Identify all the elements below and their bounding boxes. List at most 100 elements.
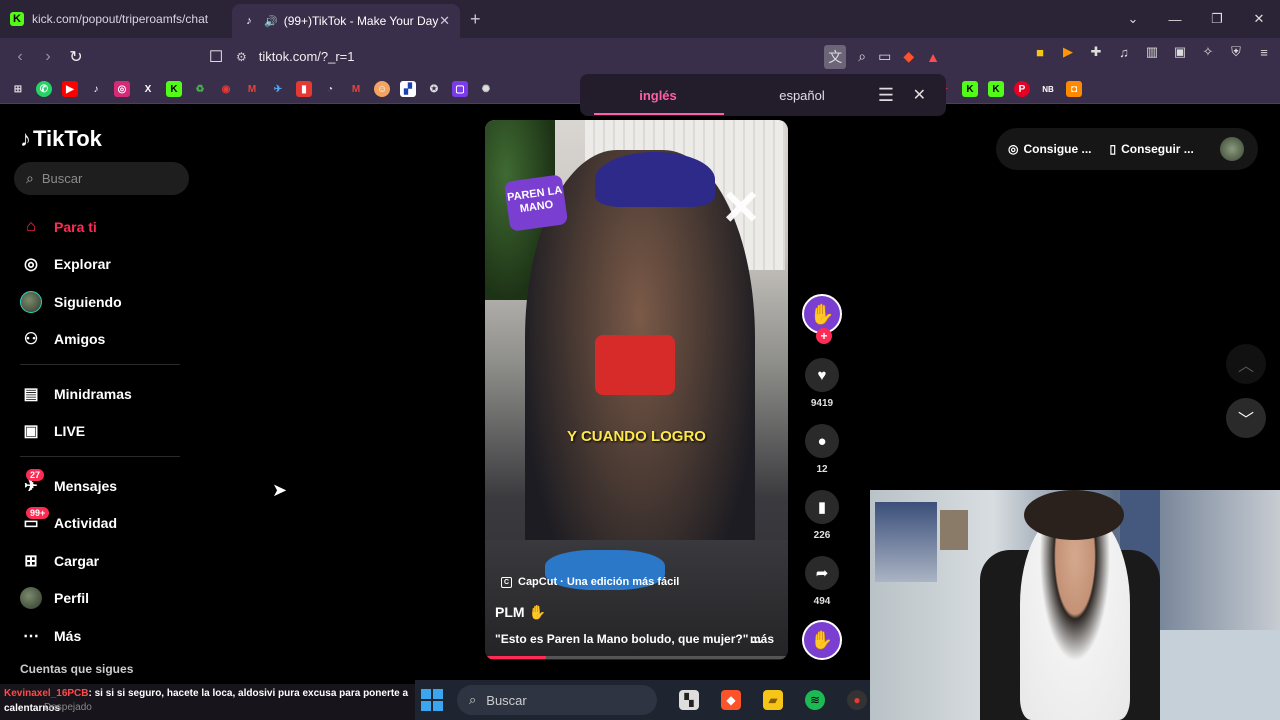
sidebar-item-live[interactable]: ▣ LIVE xyxy=(20,413,185,451)
maximize-button[interactable]: ❐ xyxy=(1196,0,1238,38)
video-author[interactable]: PLM ✋ xyxy=(495,604,546,621)
minimize-button[interactable]: — xyxy=(1154,0,1196,38)
translate-icon[interactable]: 文 xyxy=(824,44,847,69)
sidebar-item-perfil[interactable]: Perfil xyxy=(20,580,185,618)
bookmark-squares-icon[interactable]: ▞ xyxy=(400,81,416,97)
file-explorer-icon[interactable]: ▰ xyxy=(763,690,783,710)
brave-shields-icon[interactable]: ◆ xyxy=(903,48,914,65)
target-language-tab[interactable]: español xyxy=(736,88,868,103)
bookmark-orange-icon[interactable]: ◘ xyxy=(1066,81,1082,97)
comment-button[interactable]: ● 12 xyxy=(802,424,842,478)
cast-icon[interactable]: ▭ xyxy=(878,48,891,65)
chatgpt-icon[interactable]: ✺ xyxy=(478,81,494,97)
music-icon[interactable]: ♫ xyxy=(1116,44,1132,60)
bookmark-circle-icon[interactable]: ◔ xyxy=(322,81,338,97)
youtube-icon[interactable]: ▶ xyxy=(62,81,78,97)
hand-emoji-icon: ✋ xyxy=(528,604,546,620)
source-language-tab[interactable]: inglés xyxy=(592,88,724,115)
sidebar-item-para-ti[interactable]: ⌂ Para ti xyxy=(20,208,185,246)
gmail-icon-2[interactable]: M xyxy=(348,81,364,97)
like-button[interactable]: ♥ 9419 xyxy=(802,358,842,412)
bookmark-face-icon[interactable]: ☺ xyxy=(374,81,390,97)
sound-disc-icon[interactable]: ✋ xyxy=(802,620,842,660)
creator-avatar[interactable]: ✋ + xyxy=(802,294,842,344)
vpn-shield-icon[interactable]: ⛨ xyxy=(1228,44,1244,60)
tab-kick-chat[interactable]: K kick.com/popout/triperoamfs/chat xyxy=(0,0,232,38)
get-coins-button[interactable]: ◎ Consigue ... xyxy=(1008,142,1092,156)
search-input[interactable]: ⌕ Buscar xyxy=(14,162,189,195)
sidebar-item-siguiendo[interactable]: Siguiendo xyxy=(20,283,185,321)
spotify-icon[interactable]: ≋ xyxy=(805,690,825,710)
tiktok-logo[interactable]: ♪ TikTok xyxy=(20,126,102,152)
gmail-icon[interactable]: M xyxy=(244,81,260,97)
close-window-button[interactable]: ✕ xyxy=(1238,0,1280,38)
close-tab-icon[interactable]: ✕ xyxy=(439,13,450,29)
kick-bookmark-icon-3[interactable]: K xyxy=(988,81,1004,97)
play-extension-icon[interactable]: ▶ xyxy=(1060,44,1076,60)
translate-close-icon[interactable]: ✕ xyxy=(913,85,926,105)
bookmark-target-icon[interactable]: ◉ xyxy=(218,81,234,97)
sidebar-icon[interactable]: ▥ xyxy=(1144,44,1160,60)
address-bar[interactable]: ⚙ tiktok.com/?_r=1 文 ⌕ ▭ ◆ ▲ xyxy=(236,42,946,71)
bookmark-nb-icon[interactable]: NB xyxy=(1040,81,1056,97)
next-video-button[interactable]: ﹀ xyxy=(1226,398,1266,438)
more-link[interactable]: más xyxy=(750,632,774,646)
bookmark-recycle-icon[interactable]: ♻ xyxy=(192,81,208,97)
tiktok-icon: ♪ xyxy=(246,15,252,27)
tab-tiktok[interactable]: ♪ 🔊 (99+)TikTok - Make Your Day ✕ xyxy=(232,4,460,38)
speaker-icon[interactable]: 🔊 xyxy=(264,15,278,28)
sidebar-item-amigos[interactable]: ⚇ Amigos xyxy=(20,321,185,359)
sidebar-item-minidramas[interactable]: ▤ Minidramas xyxy=(20,375,185,413)
brave-taskbar-icon[interactable]: ◆ xyxy=(721,690,741,710)
bookmark-icon[interactable]: ☐ xyxy=(202,47,230,67)
translate-menu-icon[interactable]: ☰ xyxy=(878,85,894,106)
pinterest-icon[interactable]: P xyxy=(1014,81,1030,97)
taskbar-search[interactable]: ⌕ Buscar xyxy=(457,685,657,715)
site-settings-icon[interactable]: ⚙ xyxy=(236,50,247,64)
capcut-link[interactable]: C CapCut · Una edición más fácil xyxy=(501,576,679,588)
zoom-icon[interactable]: ⌕ xyxy=(858,48,866,65)
brave-rewards-icon[interactable]: ▲ xyxy=(926,49,940,65)
whatsapp-icon[interactable]: ✆ xyxy=(36,81,52,97)
video-progress-bar[interactable] xyxy=(485,656,788,659)
back-button[interactable]: ‹ xyxy=(6,48,34,66)
bookmark-gear-icon[interactable]: ✪ xyxy=(426,81,442,97)
extension-icon[interactable]: ■ xyxy=(1032,44,1048,60)
reload-button[interactable]: ↻ xyxy=(62,47,90,67)
apps-grid-icon[interactable]: ⊞ xyxy=(10,81,26,97)
wallet-icon[interactable]: ▣ xyxy=(1172,44,1188,60)
x-icon[interactable]: X xyxy=(140,81,156,97)
tab-list-chevron-icon[interactable]: ⌄ xyxy=(1112,0,1154,38)
get-app-button[interactable]: ▯ Conseguir ... xyxy=(1110,142,1194,156)
search-icon: ⌕ xyxy=(26,170,34,186)
kick-bookmark-icon[interactable]: K xyxy=(166,81,182,97)
save-button[interactable]: ▮ 226 xyxy=(802,490,842,544)
minidramas-icon: ▤ xyxy=(23,385,39,403)
sidebar-item-actividad[interactable]: ▭ 99+ Actividad xyxy=(20,505,185,543)
sidebar-item-mas[interactable]: ⋯ Más xyxy=(20,617,185,655)
obs-icon[interactable]: ● xyxy=(847,690,867,710)
share-button[interactable]: ➦ 494 xyxy=(802,556,842,610)
bookmark-game-icon[interactable]: ✈ xyxy=(270,81,286,97)
forward-button[interactable]: › xyxy=(34,48,62,66)
leo-ai-icon[interactable]: ✧ xyxy=(1200,44,1216,60)
instagram-icon[interactable]: ◎ xyxy=(114,81,130,97)
puzzle-icon[interactable]: ✚ xyxy=(1088,44,1104,60)
kick-bookmark-icon-2[interactable]: K xyxy=(962,81,978,97)
follow-plus-icon[interactable]: + xyxy=(816,328,832,344)
bookmark-purple-icon[interactable]: ▢ xyxy=(452,81,468,97)
sidebar-item-cargar[interactable]: ⊞ Cargar xyxy=(20,542,185,580)
sidebar-item-mensajes[interactable]: ✈ 27 Mensajes xyxy=(20,467,185,505)
task-view-icon[interactable]: ▚ xyxy=(679,690,699,710)
tiktok-bookmark-icon[interactable]: ♪ xyxy=(88,81,104,97)
bookmark-chart-icon[interactable]: ▮ xyxy=(296,81,312,97)
sidebar-item-explorar[interactable]: ◎ Explorar xyxy=(20,246,185,284)
windows-start-icon[interactable] xyxy=(421,689,443,711)
profile-avatar[interactable] xyxy=(1220,137,1244,161)
menu-icon[interactable]: ≡ xyxy=(1256,44,1272,60)
new-tab-button[interactable]: + xyxy=(470,9,481,30)
previous-video-button[interactable]: ︿ xyxy=(1226,344,1266,384)
browser-nav-bar: ‹ › ↻ ☐ ⚙ tiktok.com/?_r=1 文 ⌕ ▭ ◆ ▲ ■ ▶… xyxy=(0,38,1280,75)
kick-icon: K xyxy=(10,12,24,26)
video-player[interactable]: PAREN LA MANO ✕ Y CUANDO LOGRO C CapCut … xyxy=(485,120,788,660)
